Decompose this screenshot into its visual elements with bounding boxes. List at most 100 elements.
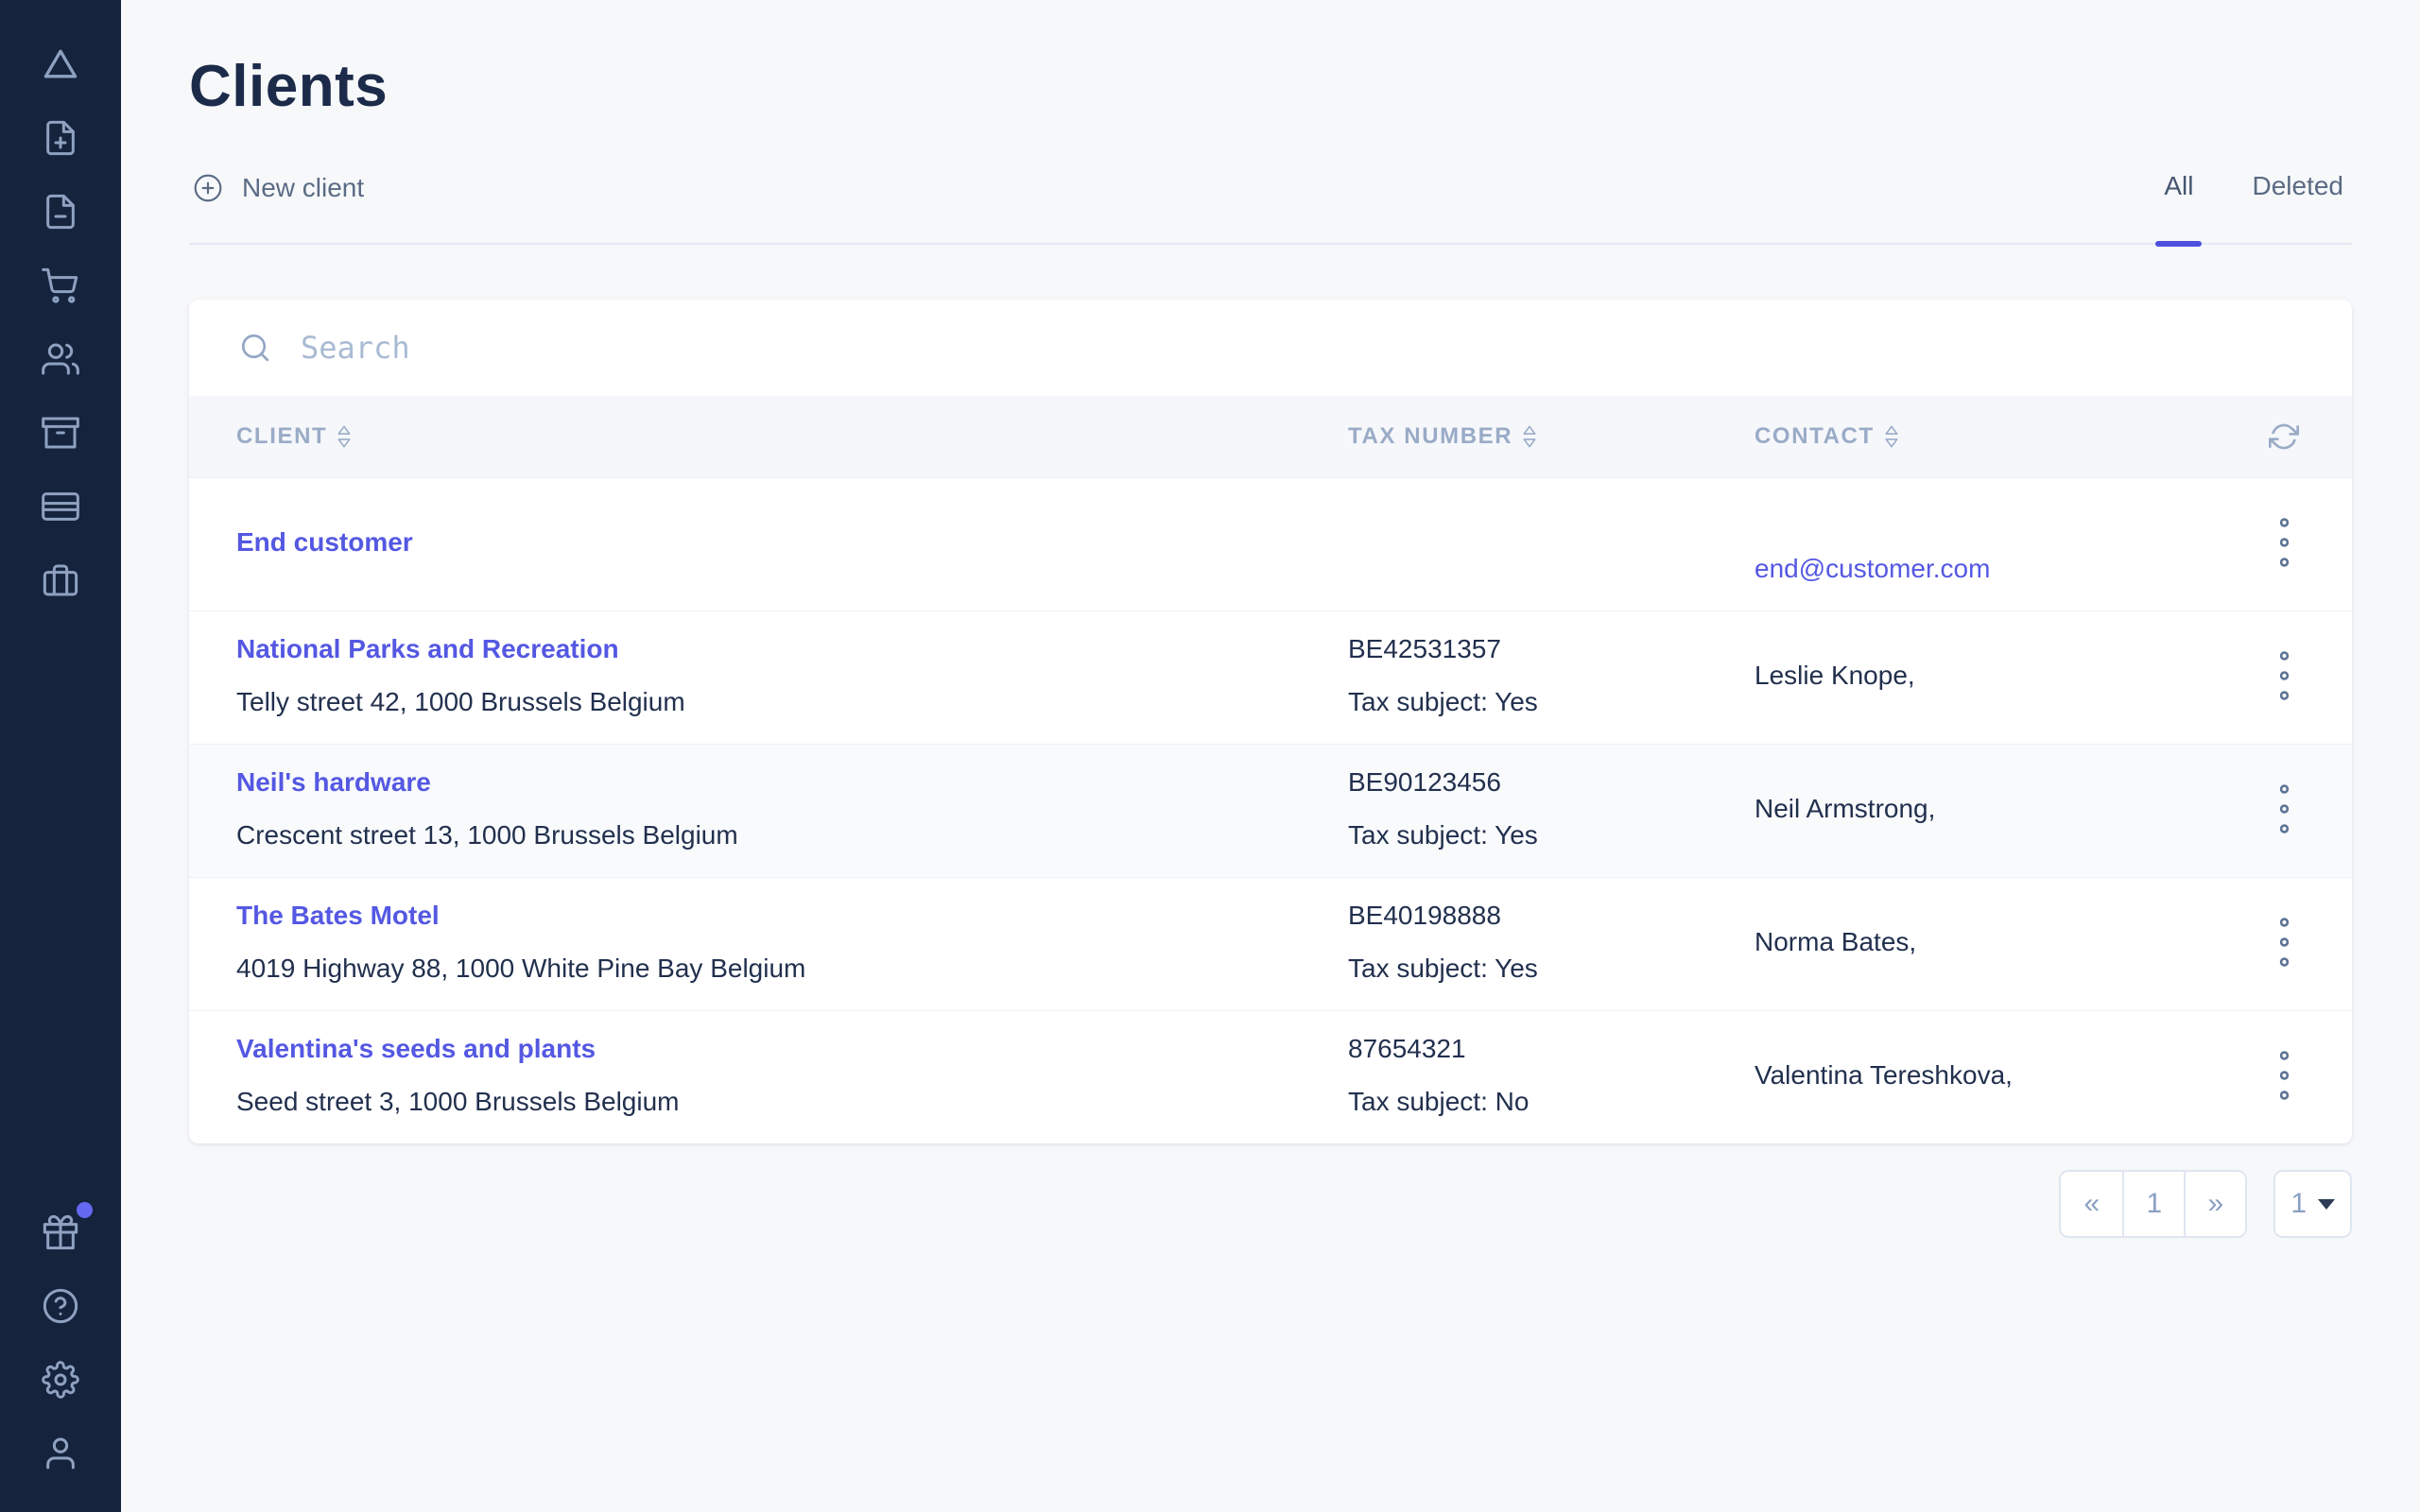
column-header-client[interactable]: CLIENT (236, 423, 1348, 450)
client-cell: End customer (236, 499, 1348, 586)
pagination: « 1 » 1 (189, 1170, 2352, 1238)
search-row (189, 300, 2352, 396)
column-header-contact[interactable]: CONTACT (1754, 423, 2238, 450)
table-row: Neil's hardware Crescent street 13, 1000… (189, 744, 2352, 877)
row-menu-button[interactable] (2271, 642, 2298, 710)
contact-cell: Norma Bates, (1754, 899, 2238, 986)
client-cell: Neil's hardware Crescent street 13, 1000… (236, 764, 1348, 854)
client-cell: National Parks and Recreation Telly stre… (236, 630, 1348, 721)
plus-circle-icon (193, 173, 223, 203)
sidebar-item-new-document[interactable] (40, 117, 81, 159)
column-label: CONTACT (1754, 423, 1875, 450)
tax-subject: Tax subject: Yes (1348, 683, 1754, 721)
page-size-value: 1 (2290, 1188, 2307, 1220)
help-circle-icon (42, 1287, 79, 1325)
sidebar-item-account[interactable] (40, 1433, 81, 1474)
tab-all[interactable]: All (2155, 171, 2202, 243)
table-row: National Parks and Recreation Telly stre… (189, 610, 2352, 744)
table-row: End customer end@customer.com (189, 477, 2352, 610)
table-header: CLIENT TAX NUMBER CONTACT (189, 396, 2352, 477)
gift-icon (42, 1213, 79, 1251)
client-name-link[interactable]: Valentina's seeds and plants (236, 1030, 1348, 1068)
contact-name: Neil Armstrong, (1754, 790, 2238, 828)
client-cell: The Bates Motel 4019 Highway 88, 1000 Wh… (236, 897, 1348, 988)
contact-cell: Leslie Knope, (1754, 632, 2238, 719)
table-row: Valentina's seeds and plants Seed street… (189, 1010, 2352, 1143)
client-name-link[interactable]: National Parks and Recreation (236, 630, 1348, 668)
triangle-icon (40, 43, 81, 85)
sidebar-item-products[interactable] (40, 412, 81, 454)
sidebar-item-payments[interactable] (40, 486, 81, 527)
client-name-link[interactable]: End customer (236, 524, 1348, 561)
client-cell: Valentina's seeds and plants Seed street… (236, 1030, 1348, 1121)
page-title: Clients (189, 53, 2352, 120)
sidebar-item-help[interactable] (40, 1285, 81, 1327)
contact-cell: Neil Armstrong, (1754, 765, 2238, 852)
sidebar-item-settings[interactable] (40, 1359, 81, 1400)
pagination-last-button[interactable]: » (2184, 1172, 2245, 1236)
archive-icon (42, 414, 79, 452)
refresh-button[interactable] (2263, 416, 2305, 457)
new-client-button[interactable]: New client (189, 173, 364, 243)
app-logo[interactable] (40, 43, 81, 85)
sort-icon (1884, 424, 1899, 449)
contact-cell: end@customer.com (1754, 497, 2238, 588)
clients-card: CLIENT TAX NUMBER CONTACT (189, 300, 2352, 1143)
search-input[interactable] (301, 319, 2303, 376)
tax-subject: Tax subject: No (1348, 1083, 1754, 1121)
tax-cell: BE42531357 Tax subject: Yes (1348, 630, 1754, 721)
kebab-icon (2278, 782, 2290, 835)
column-header-tax-number[interactable]: TAX NUMBER (1348, 423, 1754, 450)
tab-deleted[interactable]: Deleted (2243, 171, 2352, 243)
sidebar (0, 0, 121, 1512)
tax-number: 87654321 (1348, 1030, 1754, 1068)
refresh-icon (2269, 421, 2299, 452)
sidebar-item-company[interactable] (40, 559, 81, 601)
tax-subject: Tax subject: Yes (1348, 950, 1754, 988)
kebab-icon (2278, 1049, 2290, 1102)
client-name-link[interactable]: Neil's hardware (236, 764, 1348, 801)
page-size-dropdown[interactable]: 1 (2273, 1170, 2352, 1238)
contact-name: Norma Bates, (1754, 923, 2238, 961)
client-address: Crescent street 13, 1000 Brussels Belgiu… (236, 816, 1348, 854)
cart-icon (42, 266, 79, 304)
row-menu-button[interactable] (2271, 775, 2298, 843)
contact-cell: Valentina Tereshkova, (1754, 1032, 2238, 1119)
contact-name: Leslie Knope, (1754, 657, 2238, 695)
contact-email-link[interactable]: end@customer.com (1754, 550, 2238, 588)
pagination-first-button[interactable]: « (2061, 1172, 2122, 1236)
caret-down-icon (2318, 1199, 2335, 1210)
kebab-icon (2278, 516, 2290, 569)
credit-card-icon (42, 488, 79, 525)
client-address: 4019 Highway 88, 1000 White Pine Bay Bel… (236, 950, 1348, 988)
sidebar-item-documents[interactable] (40, 191, 81, 232)
kebab-icon (2278, 649, 2290, 702)
column-label: CLIENT (236, 423, 327, 450)
toolbar: New client All Deleted (189, 171, 2352, 245)
file-minus-icon (42, 193, 79, 231)
sort-icon (337, 424, 352, 449)
notification-dot (77, 1202, 93, 1218)
client-address: Telly street 42, 1000 Brussels Belgium (236, 683, 1348, 721)
sort-icon (1522, 424, 1537, 449)
pagination-group: « 1 » (2059, 1170, 2247, 1238)
tax-number: BE40198888 (1348, 897, 1754, 935)
column-label: TAX NUMBER (1348, 423, 1512, 450)
file-plus-icon (42, 119, 79, 157)
contact-name: Valentina Tereshkova, (1754, 1057, 2238, 1094)
client-name-link[interactable]: The Bates Motel (236, 897, 1348, 935)
sidebar-item-orders[interactable] (40, 265, 81, 306)
sidebar-item-clients[interactable] (40, 338, 81, 380)
row-menu-button[interactable] (2271, 908, 2298, 976)
sidebar-item-whats-new[interactable] (40, 1211, 81, 1253)
user-icon (42, 1435, 79, 1472)
gear-icon (42, 1361, 79, 1399)
tabs: All Deleted (2155, 171, 2352, 243)
pagination-current-page[interactable]: 1 (2122, 1172, 2184, 1236)
tax-cell (1348, 499, 1754, 586)
row-menu-button[interactable] (2271, 1041, 2298, 1109)
new-client-label: New client (242, 173, 364, 203)
row-menu-button[interactable] (2271, 508, 2298, 576)
tax-cell: BE40198888 Tax subject: Yes (1348, 897, 1754, 988)
tax-number: BE90123456 (1348, 764, 1754, 801)
